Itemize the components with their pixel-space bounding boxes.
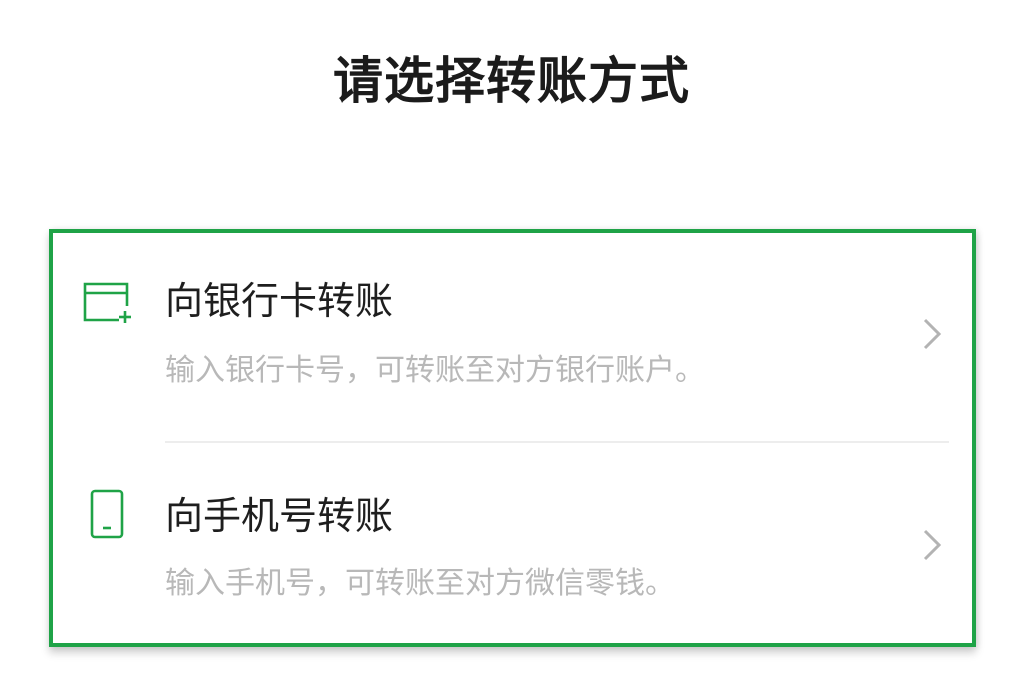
phone-option-description: 输入手机号，可转账至对方微信零钱。 — [165, 566, 675, 601]
page-title: 请选择转账方式 — [333, 52, 690, 110]
chevron-right-icon — [921, 528, 943, 566]
phone-option-title: 向手机号转账 — [165, 494, 394, 538]
options-divider — [165, 441, 949, 443]
bank-card-option-title: 向银行卡转账 — [165, 279, 394, 323]
bank-card-add-icon — [81, 280, 133, 328]
bank-card-option-description: 输入银行卡号，可转账至对方银行账户。 — [165, 353, 705, 388]
transfer-method-screen: 请选择转账方式 向银行卡转账 输入银行卡号，可转账至对方银行账户。 向手机号转账… — [0, 0, 1023, 687]
chevron-right-icon — [921, 317, 943, 355]
mobile-phone-icon — [89, 488, 125, 544]
transfer-options-card: 向银行卡转账 输入银行卡号，可转账至对方银行账户。 向手机号转账 输入手机号，可… — [49, 229, 976, 647]
transfer-to-bank-card-option[interactable]: 向银行卡转账 输入银行卡号，可转账至对方银行账户。 — [53, 233, 972, 438]
transfer-to-phone-number-option[interactable]: 向手机号转账 输入手机号，可转账至对方微信零钱。 — [53, 445, 972, 650]
